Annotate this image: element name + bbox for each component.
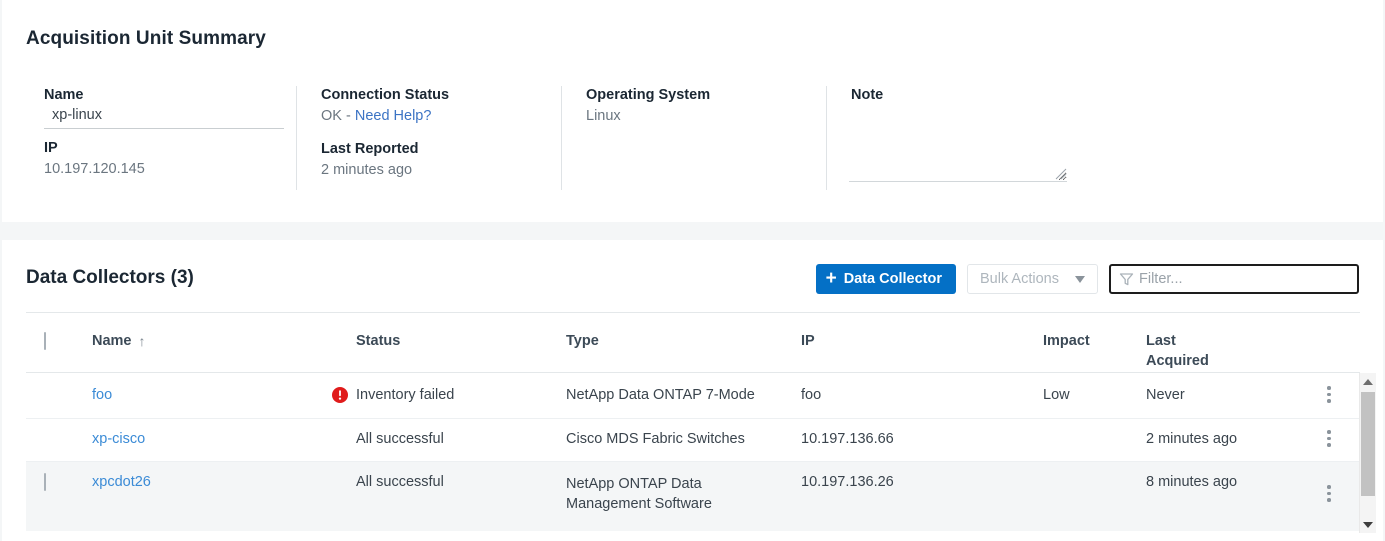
table-vertical-scrollbar[interactable] (1359, 373, 1376, 533)
column-header-last-acquired-line2: Acquired (1146, 351, 1209, 371)
scroll-down-button[interactable] (1360, 516, 1376, 533)
page-title: Acquisition Unit Summary (26, 28, 266, 50)
funnel-icon (1118, 271, 1135, 288)
column-header-last-acquired[interactable]: Last Acquired (1146, 331, 1209, 371)
summary-fields-grid: Name IP 10.197.120.145 Connection Status… (26, 86, 1356, 190)
row-status-cell: All successful (356, 431, 444, 447)
table-row[interactable]: foo Inventory failed NetApp Data ONTAP 7… (26, 373, 1360, 419)
row-type-cell: Cisco MDS Fabric Switches (566, 431, 745, 447)
page-root: Acquisition Unit Summary Name IP 10.197.… (0, 0, 1385, 541)
row-status-cell: All successful (356, 474, 444, 490)
note-label: Note (851, 86, 1356, 104)
sort-ascending-icon: ↑ (139, 334, 146, 348)
connection-status-value: OK - Need Help? (321, 106, 561, 126)
connection-status-label: Connection Status (321, 86, 561, 104)
connection-status-text: OK - (321, 108, 355, 124)
summary-column-name: Name IP 10.197.120.145 (26, 86, 296, 190)
column-header-name-label: Name (92, 331, 132, 351)
column-header-ip[interactable]: IP (801, 331, 815, 351)
bulk-actions-label: Bulk Actions (980, 271, 1059, 287)
data-collectors-table: Name ↑ Status Type IP Impact Last Acquir… (26, 312, 1360, 533)
plus-icon: + (826, 269, 837, 288)
name-label: Name (44, 86, 296, 104)
triangle-up-icon (1363, 379, 1373, 385)
column-header-last-acquired-line1: Last (1146, 331, 1209, 351)
ip-value: 10.197.120.145 (44, 159, 296, 179)
row-checkbox[interactable] (44, 473, 46, 491)
row-name-cell: foo (92, 387, 112, 403)
table-row[interactable]: xp-cisco All successful Cisco MDS Fabric… (26, 419, 1360, 462)
note-textarea[interactable] (849, 126, 1067, 182)
add-data-collector-label: Data Collector (844, 271, 942, 287)
filter-field[interactable] (1109, 264, 1359, 294)
kebab-menu-icon[interactable] (1320, 485, 1338, 502)
row-type-line1: NetApp ONTAP Data (566, 474, 712, 494)
ip-label: IP (44, 139, 296, 157)
error-icon (331, 386, 349, 404)
row-type-cell: NetApp Data ONTAP 7-Mode (566, 387, 755, 403)
filter-input[interactable] (1139, 271, 1357, 287)
select-all-checkbox[interactable] (44, 332, 46, 350)
row-last-acquired-cell: 8 minutes ago (1146, 474, 1237, 490)
row-status-cell: Inventory failed (356, 387, 454, 403)
summary-column-operating-system: Operating System Linux (561, 86, 826, 190)
row-ip-cell: foo (801, 387, 821, 403)
summary-column-connection-status: Connection Status OK - Need Help? Last R… (296, 86, 561, 190)
column-header-type[interactable]: Type (566, 331, 599, 351)
collector-name-link[interactable]: xp-cisco (92, 431, 145, 447)
table-row[interactable]: xpcdot26 All successful NetApp ONTAP Dat… (26, 462, 1360, 531)
scrollbar-thumb[interactable] (1361, 392, 1375, 496)
last-reported-value: 2 minutes ago (321, 160, 561, 180)
row-impact-cell: Low (1043, 387, 1070, 403)
table-header-row: Name ↑ Status Type IP Impact Last Acquir… (26, 313, 1360, 373)
chevron-down-icon (1075, 276, 1085, 283)
data-collectors-card: Data Collectors (3) + Data Collector Bul… (2, 240, 1383, 541)
summary-column-note: Note (826, 86, 1356, 190)
column-header-impact[interactable]: Impact (1043, 331, 1090, 351)
row-name-cell: xp-cisco (92, 431, 145, 447)
row-last-acquired-cell: 2 minutes ago (1146, 431, 1237, 447)
kebab-menu-icon[interactable] (1320, 430, 1338, 447)
triangle-down-icon (1363, 522, 1373, 528)
row-last-acquired-cell: Never (1146, 387, 1185, 403)
kebab-menu-icon[interactable] (1320, 386, 1338, 403)
column-header-name[interactable]: Name ↑ (92, 331, 146, 351)
name-input[interactable] (44, 107, 284, 129)
row-name-cell: xpcdot26 (92, 474, 151, 490)
operating-system-label: Operating System (586, 86, 826, 104)
select-all-checkbox-cell (44, 331, 46, 351)
column-header-status[interactable]: Status (356, 331, 400, 351)
row-type-cell: NetApp ONTAP Data Management Software (566, 474, 712, 514)
operating-system-value: Linux (586, 106, 826, 126)
bulk-actions-button[interactable]: Bulk Actions (967, 264, 1098, 294)
collector-name-link[interactable]: xpcdot26 (92, 474, 151, 490)
row-ip-cell: 10.197.136.26 (801, 474, 894, 490)
row-select-cell (44, 474, 46, 490)
row-ip-cell: 10.197.136.66 (801, 431, 894, 447)
scroll-up-button[interactable] (1360, 373, 1376, 390)
collector-name-link[interactable]: foo (92, 387, 112, 403)
row-type-line2: Management Software (566, 494, 712, 514)
acquisition-unit-summary-card: Acquisition Unit Summary Name IP 10.197.… (2, 0, 1383, 222)
add-data-collector-button[interactable]: + Data Collector (816, 264, 956, 294)
data-collectors-title: Data Collectors (3) (26, 267, 194, 289)
last-reported-label: Last Reported (321, 140, 561, 158)
data-collectors-toolbar: + Data Collector Bulk Actions (816, 264, 1359, 294)
need-help-link[interactable]: Need Help? (355, 108, 432, 124)
